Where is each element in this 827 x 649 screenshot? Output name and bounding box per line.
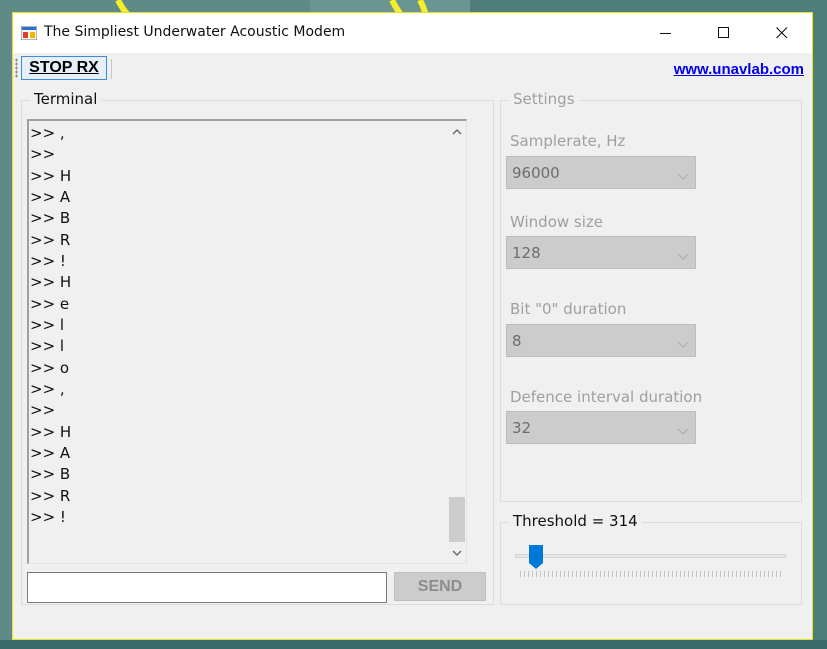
threshold-slider-thumb[interactable]	[528, 545, 543, 573]
send-button[interactable]: SEND	[394, 572, 486, 601]
app-icon	[20, 25, 38, 41]
defence-interval-label: Defence interval duration	[510, 388, 703, 406]
terminal-line: >> e	[30, 294, 70, 313]
terminal-scrollbar[interactable]	[447, 121, 466, 563]
terminal-line: >> A	[30, 187, 71, 206]
settings-group: Settings Samplerate, Hz 96000 Window siz…	[500, 90, 802, 502]
terminal-line: >> o	[30, 358, 70, 377]
window-size-select[interactable]: 128	[506, 236, 696, 269]
threshold-slider-ticks	[520, 571, 782, 577]
toolbar-grip-icon[interactable]	[15, 58, 18, 78]
terminal-line: >> ,	[30, 379, 65, 398]
terminal-line: >> B	[30, 465, 71, 484]
bit0-duration-select[interactable]: 8	[506, 324, 696, 357]
close-icon	[776, 24, 788, 43]
window-title: The Simpliest Underwater Acoustic Modem	[44, 24, 346, 40]
samplerate-label: Samplerate, Hz	[510, 132, 626, 150]
settings-group-label: Settings	[509, 90, 579, 108]
samplerate-value: 96000	[512, 164, 560, 182]
threshold-group: Threshold = 314	[500, 512, 802, 605]
window-size-label: Window size	[510, 213, 603, 231]
scroll-down-icon[interactable]	[447, 543, 466, 563]
chevron-down-icon	[677, 421, 689, 440]
defence-interval-select[interactable]: 32	[506, 411, 696, 444]
stop-rx-button[interactable]: STOP RX	[21, 56, 107, 80]
terminal-line: >> H	[30, 273, 72, 292]
window-size-value: 128	[512, 244, 541, 262]
terminal-line: >>	[30, 145, 56, 164]
website-link[interactable]: www.unavlab.com	[674, 61, 804, 78]
terminal-line: >> l	[30, 315, 65, 334]
maximize-icon	[718, 24, 730, 43]
scrollbar-thumb[interactable]	[449, 497, 465, 542]
app-window: The Simpliest Underwater Acoustic Modem …	[12, 12, 813, 640]
terminal-line: >> R	[30, 486, 71, 505]
message-input[interactable]	[27, 572, 387, 603]
close-button[interactable]	[753, 13, 811, 53]
toolbar: STOP RX www.unavlab.com	[13, 53, 812, 85]
terminal-line: >> A	[30, 443, 71, 462]
chevron-down-icon	[677, 246, 689, 265]
scroll-up-icon[interactable]	[447, 121, 466, 141]
chevron-down-icon	[677, 334, 689, 353]
bit0-duration-value: 8	[512, 332, 522, 350]
terminal-group: Terminal >> , >> >> H >> A >> B >> R >> ! >> H >…	[21, 90, 494, 605]
bit0-duration-label: Bit "0" duration	[510, 300, 627, 318]
terminal-line: >> H	[30, 166, 72, 185]
terminal-line: >> R	[30, 230, 71, 249]
threshold-label: Threshold = 314	[509, 512, 642, 530]
maximize-button[interactable]	[695, 13, 753, 53]
toolbar-separator	[111, 59, 112, 79]
samplerate-select[interactable]: 96000	[506, 156, 696, 189]
terminal-output[interactable]: >> , >> >> H >> A >> B >> R >> ! >> H >> e >> l >>…	[27, 119, 467, 564]
terminal-line: >>	[30, 401, 56, 420]
terminal-line: >> B	[30, 209, 71, 228]
terminal-line: >> ,	[30, 124, 65, 142]
terminal-line: >> !	[30, 251, 66, 270]
terminal-line: >> H	[30, 422, 72, 441]
terminal-lines: >> , >> >> H >> A >> B >> R >> ! >> H >> e >> l >>…	[30, 123, 71, 528]
terminal-line: >> !	[30, 507, 66, 526]
threshold-slider-track[interactable]	[515, 554, 786, 558]
terminal-line: >> l	[30, 337, 65, 356]
defence-interval-value: 32	[512, 419, 532, 437]
minimize-button[interactable]	[637, 13, 695, 53]
terminal-group-label: Terminal	[30, 90, 102, 108]
minimize-icon	[660, 24, 672, 43]
title-bar: The Simpliest Underwater Acoustic Modem	[13, 13, 812, 53]
chevron-down-icon	[677, 166, 689, 185]
